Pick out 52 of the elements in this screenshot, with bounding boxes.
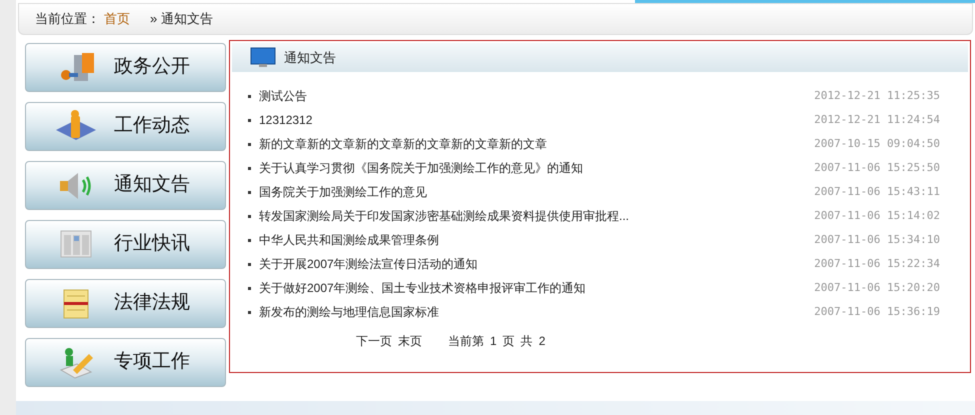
bullet-icon: [248, 118, 251, 122]
current-page-label: 当前第: [448, 333, 484, 350]
breadcrumb-separator: »: [150, 10, 158, 28]
pencil-paper-icon: [57, 346, 95, 380]
notice-link[interactable]: 转发国家测绘局关于印发国家涉密基础测绘成果资料提供使用审批程...: [259, 207, 630, 225]
sidebar-menu-button[interactable]: 工作动态: [25, 102, 226, 151]
bullet-icon: [248, 262, 251, 266]
home-link[interactable]: 首页: [104, 9, 130, 29]
next-page-link[interactable]: 下一页: [356, 332, 392, 350]
breadcrumb-label: 当前位置：: [35, 10, 100, 28]
sidebar-menu-button[interactable]: 通知文告: [25, 161, 226, 210]
sidebar-menu-button[interactable]: 专项工作: [25, 338, 226, 387]
bullet-icon: [248, 94, 251, 98]
panel-title: 通知文告: [284, 48, 336, 67]
notice-date: 2012-12-21 11:24:54: [814, 112, 940, 128]
notice-date: 2007-11-06 15:25:50: [814, 160, 940, 176]
total-pages: 2: [538, 333, 546, 350]
newspaper-icon: [60, 228, 92, 260]
page-label: 页: [502, 333, 515, 350]
sidebar-menu-button[interactable]: 法律法规: [25, 279, 226, 328]
notepad-icon: [62, 288, 90, 320]
notice-link[interactable]: 关于做好2007年测绘、国土专业技术资格申报评审工作的通知: [259, 279, 586, 297]
notice-date: 2007-10-15 09:04:50: [814, 136, 940, 152]
bullet-icon: [248, 166, 251, 170]
notice-date: 2007-11-06 15:34:10: [814, 232, 940, 248]
total-label: 共: [520, 333, 533, 350]
notice-date: 2007-11-06 15:43:11: [814, 184, 940, 200]
notice-date: 2007-11-06 15:22:34: [814, 256, 940, 272]
sidebar-menu-button[interactable]: 政务公开: [25, 43, 226, 92]
notice-date: 2012-12-21 11:25:35: [814, 88, 940, 104]
notice-link[interactable]: 新发布的测绘与地理信息国家标准: [259, 303, 439, 321]
breadcrumb-current: 通知文告: [161, 10, 214, 28]
bullet-icon: [248, 238, 251, 242]
notice-link[interactable]: 国务院关于加强测绘工作的意见: [259, 183, 427, 201]
current-page-number: 1: [490, 333, 497, 350]
last-page-link[interactable]: 末页: [398, 332, 422, 350]
notice-date: 2007-11-06 15:14:02: [814, 208, 940, 224]
notice-link[interactable]: 测试公告: [259, 87, 307, 105]
bullet-icon: [248, 142, 251, 146]
notice-date: 2007-11-06 15:20:20: [814, 280, 940, 296]
bullet-icon: [248, 214, 251, 218]
notice-link[interactable]: 关于认真学习贯彻《国务院关于加强测绘工作的意见》的通知: [259, 159, 583, 177]
bullet-icon: [248, 286, 251, 290]
bullet-icon: [248, 190, 251, 194]
notice-link[interactable]: 中华人民共和国测绘成果管理条例: [259, 231, 439, 249]
monitor-icon: [250, 46, 276, 68]
notice-link[interactable]: 新的文章新的文章新的文章新的文章新的文章新的文章: [259, 135, 547, 153]
notice-date: 2007-11-06 15:36:19: [814, 304, 940, 320]
notice-link[interactable]: 12312312: [259, 111, 312, 129]
notice-link[interactable]: 关于开展2007年测绘法宣传日活动的通知: [259, 255, 478, 273]
sidebar-menu-button[interactable]: 行业快讯: [25, 220, 226, 269]
bullet-icon: [248, 310, 251, 314]
